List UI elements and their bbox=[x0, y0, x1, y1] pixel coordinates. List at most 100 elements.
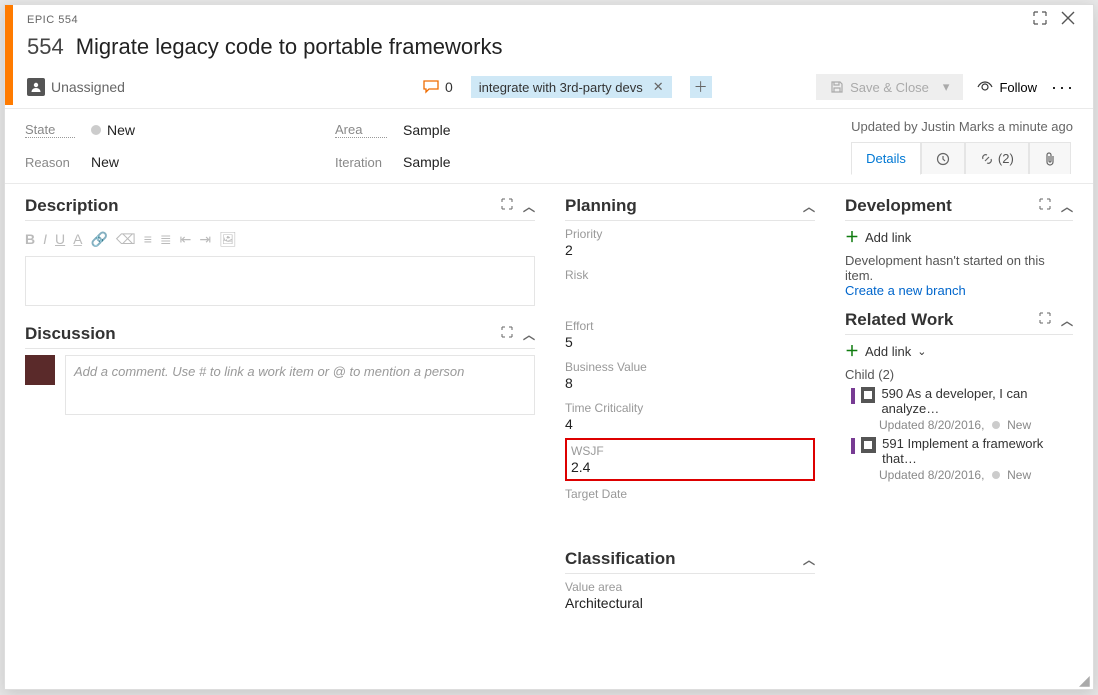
chevron-up-icon[interactable]: ︿ bbox=[803, 551, 815, 568]
hyperlink-icon[interactable]: 🔗 bbox=[90, 231, 107, 248]
number-list-icon[interactable]: ≣ bbox=[160, 231, 172, 248]
description-header: Description bbox=[25, 196, 119, 216]
tag-label: integrate with 3rd-party devs bbox=[479, 80, 643, 95]
dev-empty-text: Development hasn't started on this item. bbox=[845, 253, 1073, 283]
time-criticality-value[interactable]: 4 bbox=[565, 415, 815, 436]
work-item-color-bar bbox=[851, 438, 855, 454]
chevron-up-icon[interactable]: ︿ bbox=[523, 198, 535, 215]
user-avatar bbox=[25, 355, 55, 385]
business-value-value[interactable]: 8 bbox=[565, 374, 815, 395]
related-item-id: 590 bbox=[881, 386, 903, 401]
related-item-id: 591 bbox=[882, 436, 904, 451]
priority-value[interactable]: 2 bbox=[565, 241, 815, 262]
attachment-icon bbox=[1044, 152, 1056, 166]
related-work-header: Related Work bbox=[845, 310, 953, 330]
iteration-label: Iteration bbox=[335, 155, 387, 170]
indent-icon[interactable]: ⇥ bbox=[199, 231, 211, 248]
follow-label: Follow bbox=[999, 80, 1037, 95]
development-header: Development bbox=[845, 196, 952, 216]
classification-header: Classification bbox=[565, 549, 676, 569]
expand-icon[interactable] bbox=[501, 198, 513, 215]
chevron-up-icon[interactable]: ︿ bbox=[1061, 198, 1073, 215]
related-item-subtext: Updated 8/20/2016, New bbox=[879, 468, 1073, 482]
wsjf-label: WSJF bbox=[571, 444, 809, 458]
tab-details[interactable]: Details bbox=[851, 142, 921, 175]
assignee-label: Unassigned bbox=[51, 79, 125, 95]
italic-icon[interactable]: I bbox=[43, 231, 47, 248]
effort-label: Effort bbox=[565, 319, 815, 333]
related-add-link-button[interactable]: ＋ Add link ⌄ bbox=[845, 341, 1073, 361]
related-item[interactable]: 591 Implement a framework that… bbox=[851, 436, 1073, 466]
work-item-id: 554 bbox=[27, 34, 64, 60]
work-item-dialog: EPIC 554 554 Migrate legacy code to port… bbox=[4, 4, 1094, 690]
chevron-down-icon: ⌄ bbox=[917, 345, 926, 358]
target-date-label: Target Date bbox=[565, 487, 815, 501]
tag-chip[interactable]: integrate with 3rd-party devs ✕ bbox=[471, 76, 672, 98]
bold-icon[interactable]: B bbox=[25, 231, 35, 248]
font-color-icon[interactable]: A̲ bbox=[73, 231, 82, 248]
chevron-up-icon[interactable]: ︿ bbox=[803, 198, 815, 215]
tag-remove-icon[interactable]: ✕ bbox=[653, 79, 664, 95]
expand-icon[interactable] bbox=[501, 326, 513, 343]
related-item[interactable]: 590 As a developer, I can analyze… bbox=[851, 386, 1073, 416]
outdent-icon[interactable]: ⇤ bbox=[180, 231, 192, 248]
work-item-color-bar bbox=[851, 388, 855, 404]
child-group-header: Child (2) bbox=[845, 367, 1073, 382]
expand-icon[interactable] bbox=[1039, 312, 1051, 329]
save-close-button[interactable]: Save & Close ▾ bbox=[816, 74, 963, 100]
plus-icon: ＋ bbox=[845, 341, 859, 361]
area-label: Area bbox=[335, 122, 387, 138]
risk-value[interactable] bbox=[565, 282, 815, 303]
tab-attachments[interactable] bbox=[1029, 142, 1071, 174]
user-icon bbox=[27, 78, 45, 96]
work-item-type-icon bbox=[861, 437, 876, 453]
risk-label: Risk bbox=[565, 268, 815, 282]
detail-tabs: Details (2) bbox=[851, 142, 1073, 174]
tab-links[interactable]: (2) bbox=[965, 142, 1029, 174]
more-actions-button[interactable]: ··· bbox=[1051, 77, 1075, 98]
comments-indicator[interactable]: 0 bbox=[423, 79, 453, 95]
epic-color-bar bbox=[5, 5, 13, 105]
create-branch-link[interactable]: Create a new branch bbox=[845, 283, 1073, 298]
comments-count: 0 bbox=[445, 79, 453, 95]
wsjf-value[interactable]: 2.4 bbox=[571, 458, 809, 475]
reason-label: Reason bbox=[25, 155, 75, 170]
expand-icon[interactable] bbox=[1039, 198, 1051, 215]
add-link-label: Add link bbox=[865, 230, 911, 245]
image-icon[interactable]: 🖼 bbox=[219, 231, 237, 248]
comment-input[interactable]: Add a comment. Use # to link a work item… bbox=[65, 355, 535, 415]
close-icon[interactable] bbox=[1061, 11, 1075, 28]
reason-value[interactable]: New bbox=[91, 154, 119, 170]
iteration-value[interactable]: Sample bbox=[403, 154, 450, 170]
value-area-value[interactable]: Architectural bbox=[565, 594, 815, 615]
chevron-up-icon[interactable]: ︿ bbox=[1061, 312, 1073, 329]
fullscreen-icon[interactable] bbox=[1033, 11, 1047, 28]
time-criticality-label: Time Criticality bbox=[565, 401, 815, 415]
history-icon bbox=[936, 152, 950, 166]
description-editor[interactable] bbox=[25, 256, 535, 306]
work-item-type-icon bbox=[861, 387, 876, 403]
effort-value[interactable]: 5 bbox=[565, 333, 815, 354]
dev-add-link-button[interactable]: ＋ Add link bbox=[845, 227, 1073, 247]
area-value[interactable]: Sample bbox=[403, 122, 450, 138]
underline-icon[interactable]: U bbox=[55, 231, 65, 248]
value-area-label: Value area bbox=[565, 580, 815, 594]
clear-format-icon[interactable]: ⌫ bbox=[116, 231, 136, 248]
business-value-label: Business Value bbox=[565, 360, 815, 374]
work-item-title[interactable]: Migrate legacy code to portable framewor… bbox=[76, 34, 503, 60]
state-dot-icon bbox=[91, 125, 101, 135]
state-label: State bbox=[25, 122, 75, 138]
bullet-list-icon[interactable]: ≡ bbox=[144, 231, 152, 248]
priority-label: Priority bbox=[565, 227, 815, 241]
comment-icon bbox=[423, 80, 439, 94]
follow-button[interactable]: Follow bbox=[977, 80, 1037, 95]
assignee-picker[interactable]: Unassigned bbox=[27, 78, 125, 96]
eye-icon bbox=[977, 81, 993, 93]
tab-history[interactable] bbox=[921, 142, 965, 174]
related-item-subtext: Updated 8/20/2016, New bbox=[879, 418, 1073, 432]
chevron-down-icon: ▾ bbox=[943, 79, 950, 95]
resize-grip-icon[interactable]: ◢ bbox=[1079, 675, 1091, 687]
chevron-up-icon[interactable]: ︿ bbox=[523, 326, 535, 343]
add-tag-button[interactable]: ＋ bbox=[690, 76, 712, 98]
state-value[interactable]: New bbox=[91, 122, 135, 138]
